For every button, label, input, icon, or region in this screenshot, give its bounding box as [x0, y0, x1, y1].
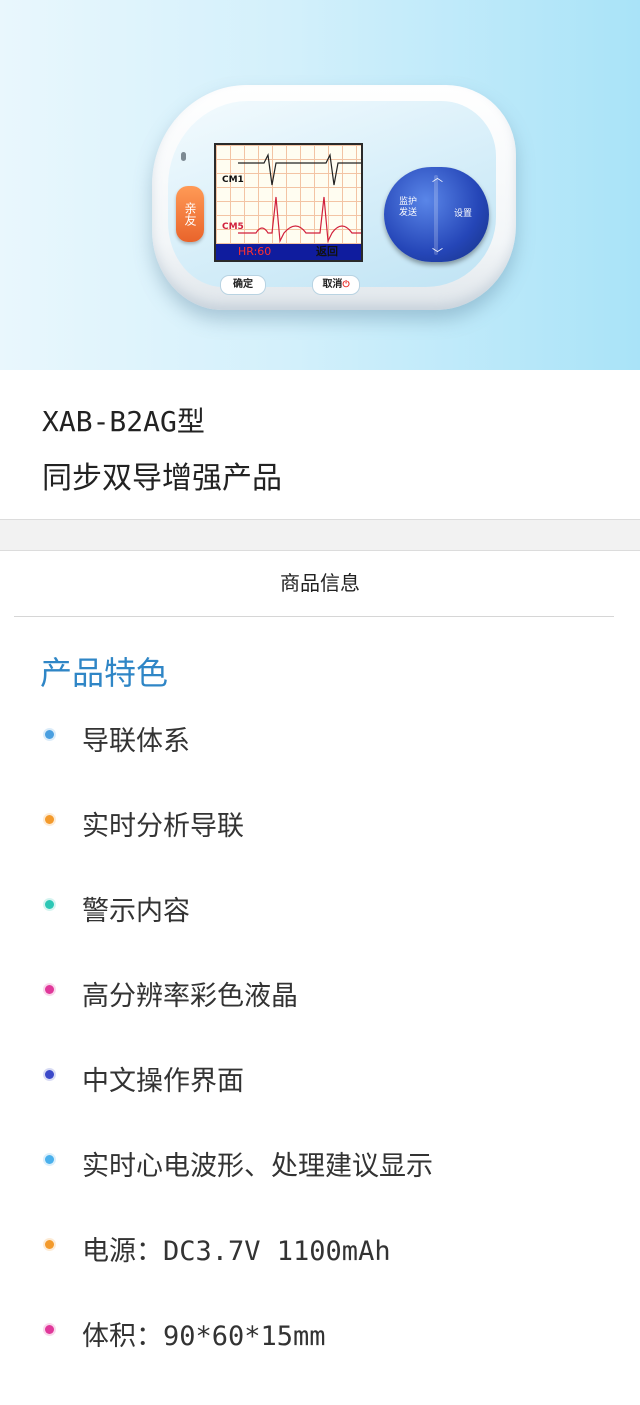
bullet-dot-icon [45, 730, 54, 739]
device-faceplate: 亲友 CM1 CM5 HR:60 返回 ︿ 监护 发送 设置 ﹀ 确定 取消⏻ [168, 101, 496, 295]
power-icon: ⏻ [342, 280, 350, 290]
settings-label: 设置 [453, 209, 472, 219]
ecg-waveform [238, 152, 361, 244]
list-item: 电源：DC3.7V 1100mAh [0, 1220, 640, 1270]
list-item: 高分辨率彩色液晶 [0, 965, 640, 1015]
product-subtitle: 同步双导增强产品 [42, 461, 282, 496]
product-model: XAB-B2AG型 [42, 405, 205, 438]
feature-text: 体积：90*60*15mm [82, 1321, 326, 1352]
indicator-led [181, 152, 186, 161]
ecg-trace-cm5 [238, 196, 361, 244]
device-cancel-label: 取消 [322, 279, 343, 290]
lead-cm1-label: CM1 [222, 175, 244, 185]
list-item: 体积：90*60*15mm [0, 1305, 640, 1355]
bullet-dot-icon [45, 900, 54, 909]
pad-divider [434, 175, 438, 255]
bullet-dot-icon [45, 815, 54, 824]
bullet-dot-icon [45, 1240, 54, 1249]
product-info-tab[interactable]: 商品信息 [0, 551, 640, 615]
down-arrow-icon: ﹀ [432, 247, 443, 260]
list-item: 导联体系 [0, 710, 640, 760]
list-item: 中文操作界面 [0, 1050, 640, 1100]
list-item: 实时分析导联 [0, 795, 640, 845]
navigation-pad: ︿ 监护 发送 设置 ﹀ [384, 167, 489, 262]
ecg-trace-cm1 [238, 152, 361, 186]
heart-rate-readout: HR:60 [238, 245, 272, 258]
feature-text: 警示内容 [82, 896, 190, 927]
hero-banner: 亲友 CM1 CM5 HR:60 返回 ︿ 监护 发送 设置 ﹀ 确定 取消⏻ [0, 0, 640, 370]
up-arrow-icon: ︿ [432, 171, 443, 184]
feature-text: 高分辨率彩色液晶 [82, 981, 298, 1012]
lead-cm5-label: CM5 [222, 222, 244, 232]
bullet-dot-icon [45, 1155, 54, 1164]
feature-text: 导联体系 [82, 726, 190, 757]
product-title-block: XAB-B2AG型 同步双导增强产品 [0, 370, 640, 520]
device-confirm-button: 确定 [220, 275, 266, 295]
feature-text: 中文操作界面 [82, 1066, 244, 1097]
section-divider [0, 519, 640, 551]
screen-back-label: 返回 [316, 245, 338, 258]
feature-text: 电源：DC3.7V 1100mAh [82, 1236, 391, 1267]
bullet-dot-icon [45, 1070, 54, 1079]
family-button: 亲友 [176, 186, 204, 242]
device-cancel-button: 取消⏻ [312, 275, 360, 295]
screen-status-bar: HR:60 返回 [216, 244, 361, 260]
feature-text: 实时心电波形、处理建议显示 [82, 1151, 433, 1182]
feature-section-title: 产品特色 [40, 654, 169, 692]
monitor-send-label: 监护 发送 [398, 197, 417, 218]
ecg-device-image: 亲友 CM1 CM5 HR:60 返回 ︿ 监护 发送 设置 ﹀ 确定 取消⏻ [152, 85, 516, 310]
list-item: 实时心电波形、处理建议显示 [0, 1135, 640, 1185]
list-item: 警示内容 [0, 880, 640, 930]
device-screen: CM1 CM5 HR:60 返回 [214, 143, 363, 262]
feature-text: 实时分析导联 [82, 811, 244, 842]
heading-underline [14, 616, 614, 617]
bullet-dot-icon [45, 985, 54, 994]
bullet-dot-icon [45, 1325, 54, 1334]
